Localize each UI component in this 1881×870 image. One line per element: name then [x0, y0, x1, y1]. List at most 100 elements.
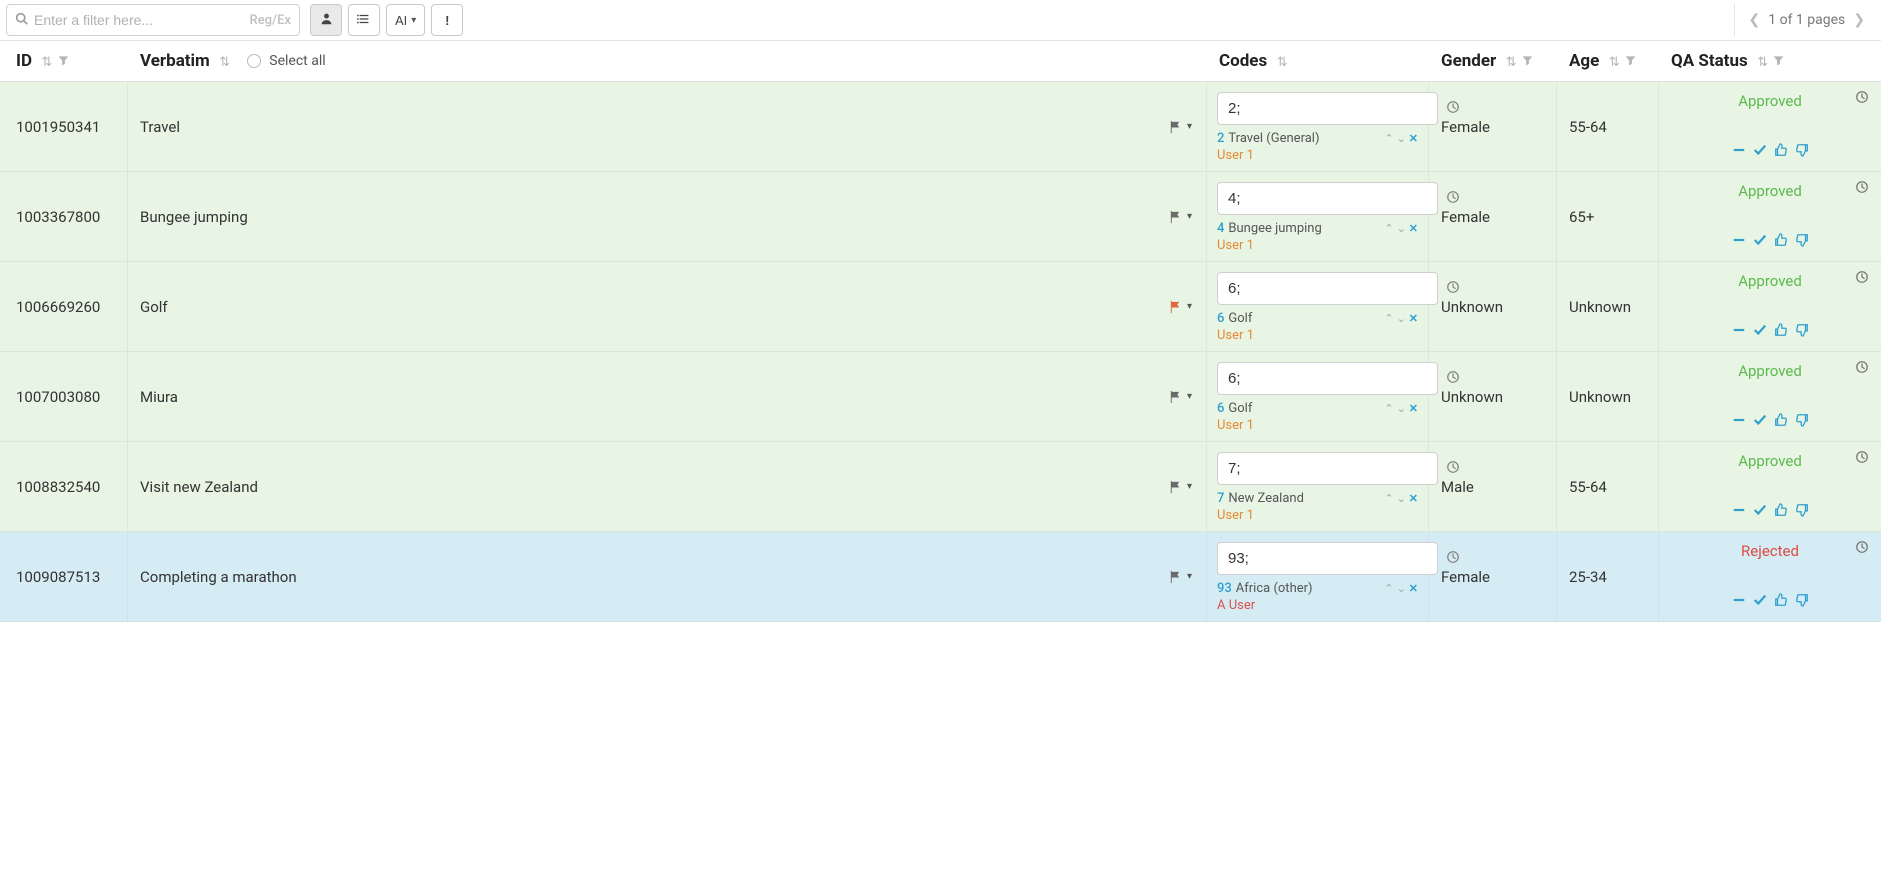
sort-icon[interactable]: ⇅: [1609, 56, 1621, 69]
qa-check-icon[interactable]: [1753, 413, 1767, 431]
list-filter-button[interactable]: [348, 4, 380, 36]
history-icon[interactable]: [1855, 360, 1869, 378]
ai-dropdown-button[interactable]: AI ▾: [386, 4, 425, 36]
history-icon[interactable]: [1855, 90, 1869, 108]
qa-thumbs-down-icon[interactable]: [1795, 233, 1809, 251]
flag-dropdown[interactable]: ▾: [1168, 389, 1192, 404]
qa-thumbs-up-icon[interactable]: [1774, 593, 1788, 611]
flag-dropdown[interactable]: ▾: [1168, 209, 1192, 224]
history-icon[interactable]: [1855, 540, 1869, 558]
qa-status-text: Approved: [1738, 182, 1802, 200]
qa-check-icon[interactable]: [1753, 323, 1767, 341]
move-down-icon[interactable]: ⌄: [1397, 492, 1406, 505]
select-all[interactable]: Select all: [247, 53, 325, 69]
code-input[interactable]: [1217, 182, 1438, 215]
flag-icon: [1168, 479, 1183, 494]
move-down-icon[interactable]: ⌄: [1397, 222, 1406, 235]
sort-icon[interactable]: ⇅: [1277, 56, 1289, 69]
move-down-icon[interactable]: ⌄: [1397, 402, 1406, 415]
history-icon[interactable]: [1855, 450, 1869, 468]
flag-dropdown[interactable]: ▾: [1168, 119, 1192, 134]
remove-code-icon[interactable]: ✕: [1409, 312, 1418, 325]
qa-thumbs-down-icon[interactable]: [1795, 323, 1809, 341]
sort-icon[interactable]: ⇅: [1506, 56, 1518, 69]
prev-page-icon[interactable]: ❮: [1749, 12, 1761, 28]
code-input[interactable]: [1217, 362, 1438, 395]
move-down-icon[interactable]: ⌄: [1397, 312, 1406, 325]
move-up-icon[interactable]: ⌃: [1384, 492, 1393, 505]
qa-thumbs-down-icon[interactable]: [1795, 413, 1809, 431]
filter-icon[interactable]: [1625, 55, 1636, 70]
qa-actions: [1732, 413, 1809, 431]
qa-minus-icon[interactable]: [1732, 503, 1746, 521]
code-input[interactable]: [1217, 542, 1438, 575]
flag-dropdown[interactable]: ▾: [1168, 299, 1192, 314]
qa-thumbs-up-icon[interactable]: [1774, 233, 1788, 251]
qa-thumbs-up-icon[interactable]: [1774, 143, 1788, 161]
move-up-icon[interactable]: ⌃: [1384, 312, 1393, 325]
code-label: Africa (other): [1236, 581, 1313, 596]
filter-icon[interactable]: [1773, 55, 1784, 70]
qa-thumbs-up-icon[interactable]: [1774, 413, 1788, 431]
qa-check-icon[interactable]: [1753, 503, 1767, 521]
table-row: 1003367800 Bungee jumping ▾ 4 Bungee jum…: [0, 172, 1881, 262]
move-up-icon[interactable]: ⌃: [1384, 582, 1393, 595]
qa-actions: [1732, 503, 1809, 521]
filter-icon[interactable]: [58, 55, 69, 70]
code-input[interactable]: [1217, 452, 1438, 485]
move-down-icon[interactable]: ⌄: [1397, 582, 1406, 595]
cell-id: 1006669260: [0, 262, 128, 351]
qa-status-text: Rejected: [1741, 542, 1799, 560]
toolbar: Reg/Ex AI ▾ ! ❮ 1 of 1 pages ❯: [0, 0, 1881, 41]
remove-code-icon[interactable]: ✕: [1409, 222, 1418, 235]
header-verbatim-label: Verbatim: [140, 51, 210, 71]
remove-code-icon[interactable]: ✕: [1409, 492, 1418, 505]
next-page-icon[interactable]: ❯: [1853, 12, 1865, 28]
code-user: User 1: [1217, 508, 1418, 523]
history-icon[interactable]: [1855, 180, 1869, 198]
qa-thumbs-up-icon[interactable]: [1774, 503, 1788, 521]
history-icon[interactable]: [1855, 270, 1869, 288]
qa-minus-icon[interactable]: [1732, 323, 1746, 341]
code-user: User 1: [1217, 238, 1418, 253]
qa-thumbs-down-icon[interactable]: [1795, 143, 1809, 161]
qa-check-icon[interactable]: [1753, 233, 1767, 251]
regex-toggle[interactable]: Reg/Ex: [250, 13, 291, 28]
filter-input[interactable]: [34, 12, 250, 28]
move-up-icon[interactable]: ⌃: [1384, 402, 1393, 415]
qa-minus-icon[interactable]: [1732, 143, 1746, 161]
header-codes-label: Codes: [1219, 51, 1267, 71]
user-filter-button[interactable]: [310, 4, 342, 36]
qa-actions: [1732, 323, 1809, 341]
caret-down-icon: ▾: [1187, 391, 1192, 402]
cell-id: 1008832540: [0, 442, 128, 531]
sort-icon[interactable]: ⇅: [219, 56, 231, 69]
flag-dropdown[interactable]: ▾: [1168, 569, 1192, 584]
remove-code-icon[interactable]: ✕: [1409, 402, 1418, 415]
flag-dropdown[interactable]: ▾: [1168, 479, 1192, 494]
cell-verbatim: Travel ▾: [128, 82, 1207, 171]
remove-code-icon[interactable]: ✕: [1409, 582, 1418, 595]
qa-thumbs-up-icon[interactable]: [1774, 323, 1788, 341]
qa-thumbs-down-icon[interactable]: [1795, 503, 1809, 521]
remove-code-icon[interactable]: ✕: [1409, 132, 1418, 145]
qa-minus-icon[interactable]: [1732, 413, 1746, 431]
qa-minus-icon[interactable]: [1732, 233, 1746, 251]
flag-icon: [1168, 119, 1183, 134]
alert-button[interactable]: !: [431, 4, 463, 36]
cell-qa: Approved: [1659, 82, 1881, 171]
sort-icon[interactable]: ⇅: [42, 56, 54, 69]
qa-check-icon[interactable]: [1753, 143, 1767, 161]
move-up-icon[interactable]: ⌃: [1384, 132, 1393, 145]
move-down-icon[interactable]: ⌄: [1397, 132, 1406, 145]
sort-icon[interactable]: ⇅: [1757, 56, 1769, 69]
qa-check-icon[interactable]: [1753, 593, 1767, 611]
code-input[interactable]: [1217, 272, 1438, 305]
code-user: A User: [1217, 598, 1418, 613]
qa-status-text: Approved: [1738, 362, 1802, 380]
qa-thumbs-down-icon[interactable]: [1795, 593, 1809, 611]
code-input[interactable]: [1217, 92, 1438, 125]
move-up-icon[interactable]: ⌃: [1384, 222, 1393, 235]
filter-icon[interactable]: [1522, 55, 1533, 70]
qa-minus-icon[interactable]: [1732, 593, 1746, 611]
